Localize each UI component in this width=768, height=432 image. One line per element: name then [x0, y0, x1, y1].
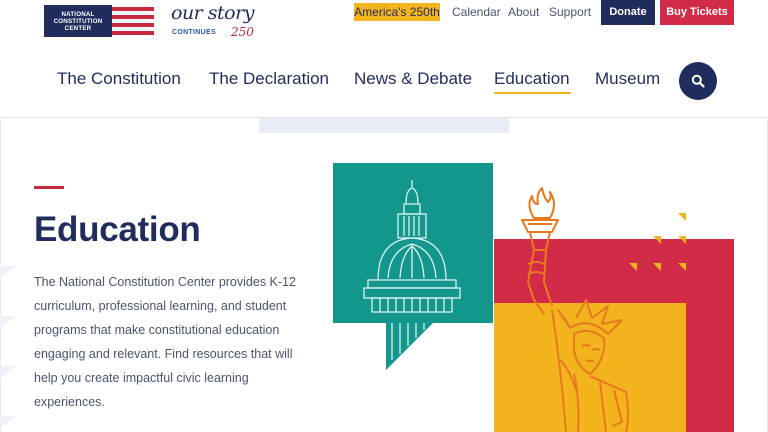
- calendar-link[interactable]: Calendar: [452, 2, 501, 22]
- donate-button[interactable]: Donate: [601, 0, 655, 25]
- search-button[interactable]: [679, 62, 717, 100]
- our-story-250-logo[interactable]: our story CONTINUES 250: [171, 2, 254, 40]
- logo-line-1: NATIONAL: [61, 10, 95, 18]
- gold-block: [494, 303, 686, 432]
- teal-speech-box: [333, 163, 493, 370]
- support-link[interactable]: Support: [549, 2, 591, 22]
- flag-icon: [112, 5, 154, 37]
- logo-wordmark: NATIONAL CONSTITUTION CENTER: [44, 5, 112, 37]
- active-nav-indicator: [494, 92, 571, 94]
- top-tab-decoration: [259, 118, 509, 133]
- nav-education[interactable]: Education: [494, 69, 570, 93]
- america-250th-badge[interactable]: America's 250th: [354, 3, 440, 21]
- buy-tickets-button[interactable]: Buy Tickets: [660, 0, 734, 25]
- nav-the-constitution[interactable]: The Constitution: [57, 69, 181, 93]
- nav-the-declaration[interactable]: The Declaration: [209, 69, 329, 93]
- about-link[interactable]: About: [508, 2, 539, 22]
- page-title: Education: [34, 210, 201, 249]
- ncc-logo[interactable]: NATIONAL CONSTITUTION CENTER: [44, 5, 154, 37]
- campaign-number: 250: [231, 25, 254, 39]
- nav-news-debate[interactable]: News & Debate: [354, 69, 472, 93]
- logo-line-3: CENTER: [64, 24, 92, 32]
- title-accent-bar: [34, 186, 64, 189]
- nav-museum[interactable]: Museum: [595, 69, 660, 93]
- search-icon: [691, 74, 705, 88]
- logo-line-2: CONSTITUTION: [53, 17, 103, 25]
- page-description: The National Constitution Center provide…: [34, 275, 296, 409]
- education-illustration: [333, 163, 734, 432]
- campaign-script: our story: [171, 2, 254, 24]
- site-header: NATIONAL CONSTITUTION CENTER our story C…: [0, 0, 768, 118]
- campaign-continues: CONTINUES: [172, 29, 216, 36]
